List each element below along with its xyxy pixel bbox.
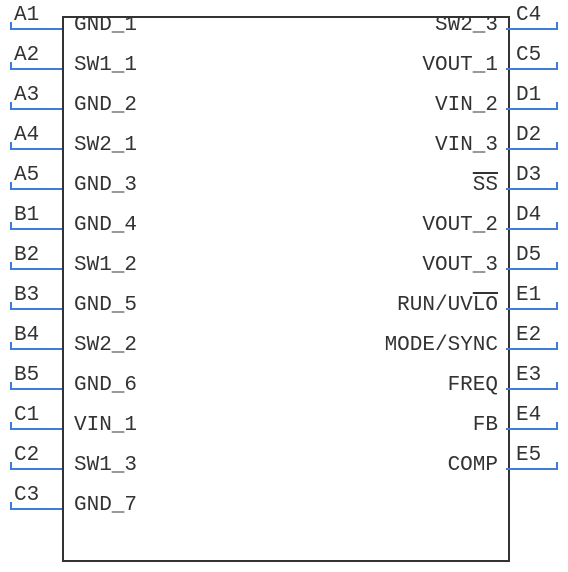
pin-name: GND_5 [74, 294, 137, 317]
pin-ext-label: A5 [14, 164, 39, 187]
pin-lead [506, 28, 558, 30]
pin-lead [506, 388, 558, 390]
pin-ext-label: B4 [14, 324, 39, 347]
pin-ext-label: C3 [14, 484, 39, 507]
pin-name: SW2_1 [74, 134, 137, 157]
pin-lead [10, 348, 62, 350]
pin-name: GND_1 [74, 14, 137, 37]
pin-ext-label: E2 [516, 324, 541, 347]
pin-ext-label: C5 [516, 44, 541, 67]
pin-ext-label: D3 [516, 164, 541, 187]
pin-name: GND_3 [74, 174, 137, 197]
pin-ext-label: B5 [14, 364, 39, 387]
pin-ext-label: D1 [516, 84, 541, 107]
pin-ext-label: A2 [14, 44, 39, 67]
pin-ext-label: B3 [14, 284, 39, 307]
pin-ext-label: E1 [516, 284, 541, 307]
pin-name: SS [473, 174, 498, 197]
pin-name: VOUT_1 [422, 54, 498, 77]
pin-name: GND_7 [74, 494, 137, 517]
pin-name: FREQ [448, 374, 498, 397]
pin-lead [506, 68, 558, 70]
pin-name: SW1_3 [74, 454, 137, 477]
pin-lead [506, 308, 558, 310]
pin-name: FB [473, 414, 498, 437]
pin-name: SW1_1 [74, 54, 137, 77]
pinout-diagram: GND_1 SW1_1 GND_2 SW2_1 GND_3 GND_4 SW1_2 GND_5… [0, 0, 568, 572]
pin-lead [506, 268, 558, 270]
pin-ext-label: D2 [516, 124, 541, 147]
pin-lead [506, 428, 558, 430]
pin-name: VOUT_2 [422, 214, 498, 237]
pin-lead [10, 428, 62, 430]
pin-lead [10, 148, 62, 150]
pin-lead [10, 468, 62, 470]
ic-body: GND_1 SW1_1 GND_2 SW2_1 GND_3 GND_4 SW1_2 GND_5… [62, 16, 510, 562]
pin-ext-label: D5 [516, 244, 541, 267]
pin-lead [10, 268, 62, 270]
pin-lead [506, 108, 558, 110]
pin-name: VIN_3 [435, 134, 498, 157]
pin-lead [10, 188, 62, 190]
pin-ext-label: A3 [14, 84, 39, 107]
pin-name: SW1_2 [74, 254, 137, 277]
pin-ext-label: D4 [516, 204, 541, 227]
pin-ext-label: E3 [516, 364, 541, 387]
pin-name: GND_6 [74, 374, 137, 397]
pin-ext-label: B1 [14, 204, 39, 227]
pin-lead [10, 388, 62, 390]
pin-name: RUN/UVLO [397, 294, 498, 317]
pin-lead [506, 188, 558, 190]
pin-name: MODE/SYNC [385, 334, 498, 357]
pin-name: GND_2 [74, 94, 137, 117]
pin-name: COMP [448, 454, 498, 477]
pin-ext-label: A4 [14, 124, 39, 147]
pin-lead [10, 308, 62, 310]
pin-name: VIN_2 [435, 94, 498, 117]
pin-ext-label: C4 [516, 4, 541, 27]
pin-lead [10, 228, 62, 230]
pin-lead [10, 28, 62, 30]
pin-lead [506, 468, 558, 470]
pin-name: GND_4 [74, 214, 137, 237]
pin-name: SW2_3 [435, 14, 498, 37]
pin-ext-label: E4 [516, 404, 541, 427]
pin-lead [10, 108, 62, 110]
pin-ext-label: C1 [14, 404, 39, 427]
pin-lead [506, 348, 558, 350]
pin-ext-label: C2 [14, 444, 39, 467]
pin-ext-label: E5 [516, 444, 541, 467]
pin-name: VIN_1 [74, 414, 137, 437]
pin-name: VOUT_3 [422, 254, 498, 277]
pin-name: SW2_2 [74, 334, 137, 357]
pin-ext-label: B2 [14, 244, 39, 267]
pin-lead [506, 228, 558, 230]
pin-lead [506, 148, 558, 150]
pin-lead [10, 68, 62, 70]
pin-ext-label: A1 [14, 4, 39, 27]
pin-lead [10, 508, 62, 510]
